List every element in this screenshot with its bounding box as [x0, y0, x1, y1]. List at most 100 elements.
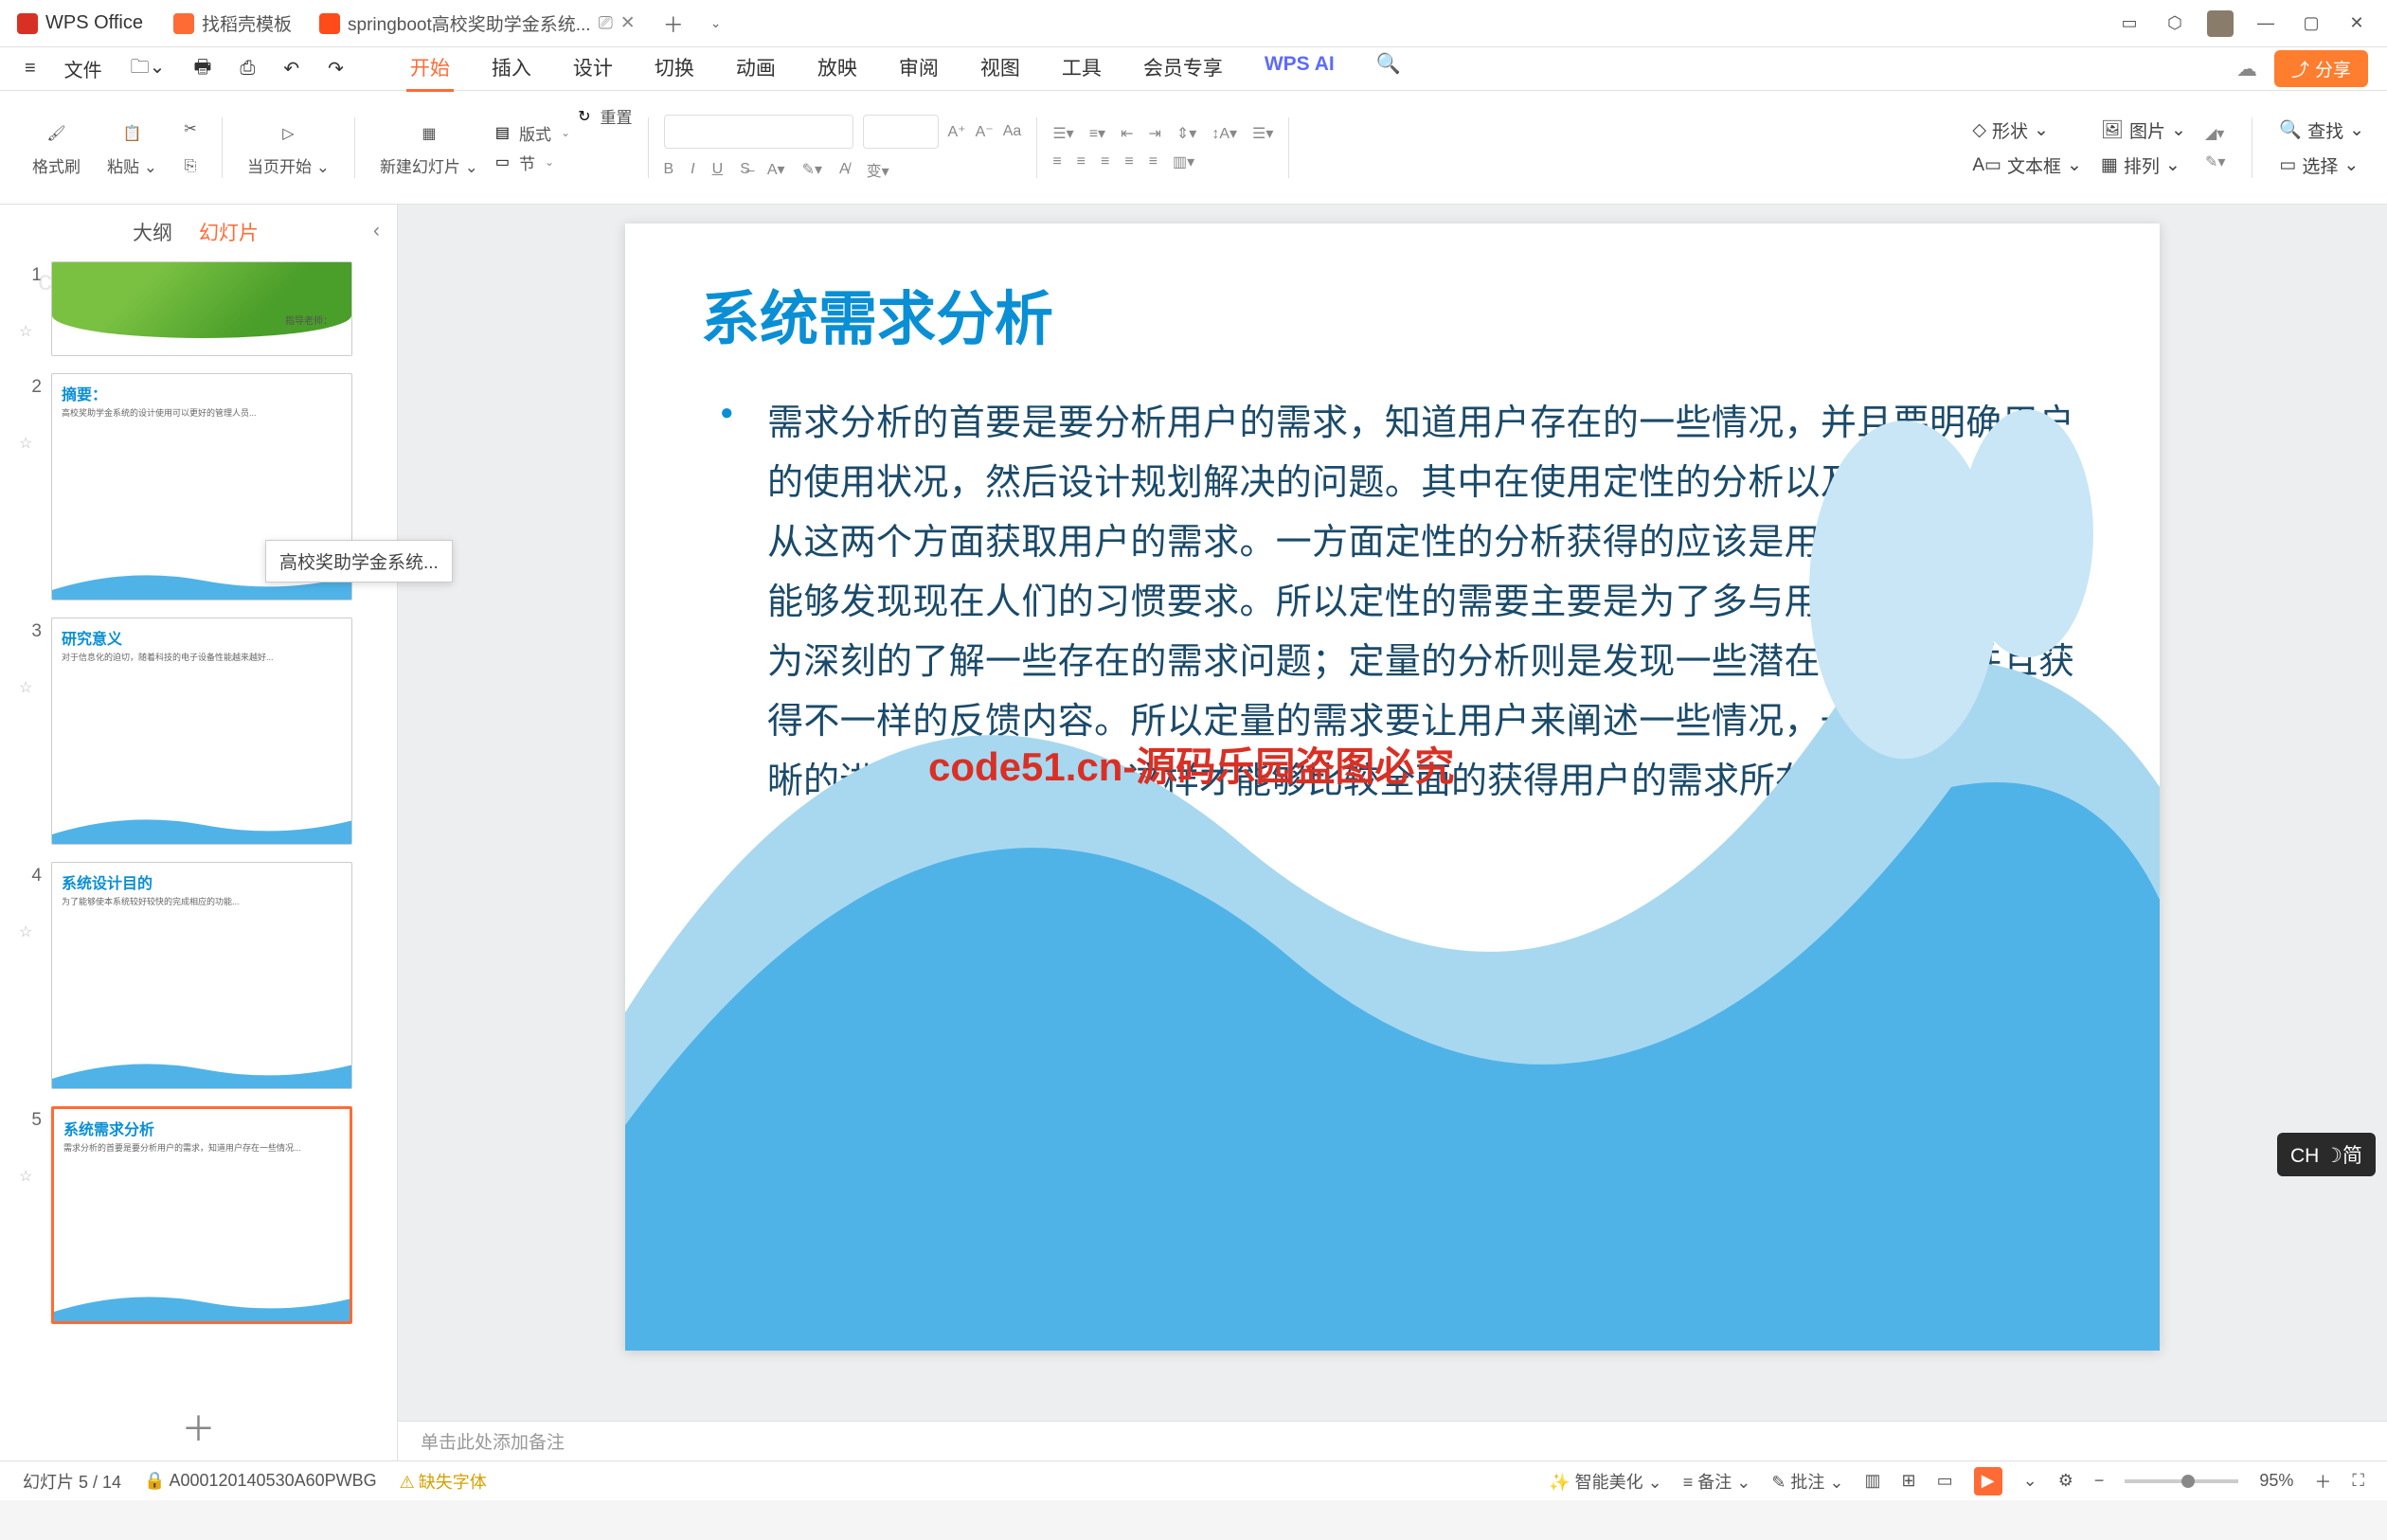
star-icon[interactable]: ☆	[19, 405, 42, 453]
ime-indicator[interactable]: CH ☽简	[2277, 1133, 2376, 1176]
bullets-icon[interactable]: ☰▾	[1052, 124, 1073, 143]
font-color-icon[interactable]: A▾	[767, 160, 785, 179]
cube-icon[interactable]: ⬡	[2162, 10, 2188, 37]
tab-slides[interactable]: 幻灯片	[199, 218, 259, 246]
tab-close-icon[interactable]: ✕	[620, 12, 636, 34]
thumb-row-1[interactable]: 1☆ 指导老师：	[19, 261, 378, 356]
highlight-icon[interactable]: ✎▾	[802, 160, 822, 179]
bold-icon[interactable]: B	[664, 161, 674, 178]
star-icon[interactable]: ☆	[19, 1138, 42, 1186]
font-size-select[interactable]	[863, 115, 939, 149]
undo-icon[interactable]: ↶	[278, 53, 305, 84]
group-start-show[interactable]: ▷ 当页开始 ⌄	[238, 117, 339, 177]
smart-beauty-button[interactable]: ✨ 智能美化 ⌄	[1549, 1469, 1662, 1494]
open-icon[interactable]: 🗀⌄	[125, 49, 171, 89]
collapse-icon[interactable]: ‹	[373, 220, 380, 242]
minimize-button[interactable]: —	[2252, 10, 2279, 37]
italic-icon[interactable]: I	[691, 161, 694, 178]
cloud-icon[interactable]: ☁	[2236, 57, 2257, 81]
thumbnail[interactable]: 研究意义 对于信息化的迫切，随着科技的电子设备性能越来越好...	[51, 618, 352, 845]
zoom-out-button[interactable]: −	[2094, 1471, 2105, 1491]
group-format-brush[interactable]: 🖌 格式刷	[23, 117, 90, 177]
view-sorter-icon[interactable]: ⊞	[1902, 1471, 1916, 1491]
align-left-icon[interactable]: ≡	[1052, 153, 1061, 170]
align-right-icon[interactable]: ≡	[1101, 153, 1109, 170]
thumbnail[interactable]: 指导老师：	[51, 261, 352, 356]
thumbnail[interactable]: 系统设计目的 为了能够使本系统较好较快的完成相应的功能...	[51, 862, 352, 1089]
file-menu[interactable]: 文件	[59, 51, 108, 86]
fit-button[interactable]: ⛶	[2352, 1471, 2364, 1491]
thumb-row-5[interactable]: 5☆ 系统需求分析 需求分析的首要是要分析用户的需求，知道用户存在一些情况...	[19, 1106, 378, 1324]
search-icon[interactable]: 🔍	[1373, 45, 1405, 92]
indent-inc-icon[interactable]: ⇥	[1148, 124, 1160, 143]
copy-icon[interactable]: ⎘	[174, 151, 206, 183]
star-icon[interactable]: ☆	[19, 294, 42, 341]
outline-icon[interactable]: ✎▾	[2205, 152, 2225, 171]
change-case-icon[interactable]: Aa	[1003, 123, 1022, 140]
tab-templates[interactable]: 找稻壳模板	[160, 0, 306, 46]
section-button[interactable]: ▭ 节⌄	[495, 151, 570, 174]
tab-review[interactable]: 审阅	[895, 45, 942, 92]
thumb-row-4[interactable]: 4☆ 系统设计目的 为了能够使本系统较好较快的完成相应的功能...	[19, 862, 378, 1089]
numbering-icon[interactable]: ≡▾	[1089, 124, 1105, 143]
save-icon[interactable]: 🖶	[188, 49, 217, 89]
tab-animation[interactable]: 动画	[732, 45, 780, 92]
print-icon[interactable]: ⎙	[234, 54, 260, 83]
view-reading-icon[interactable]: ▭	[1937, 1471, 1953, 1491]
zoom-slider[interactable]	[2125, 1479, 2238, 1483]
layout-button[interactable]: ▤ 版式⌄	[495, 121, 570, 145]
tools-icon[interactable]: ⚙	[2058, 1471, 2073, 1491]
reset-button[interactable]: ↻ 重置	[578, 104, 632, 128]
tab-tools[interactable]: 工具	[1058, 45, 1105, 92]
share-button[interactable]: ⤴ 分享	[2274, 50, 2368, 87]
font-name-select[interactable]	[664, 115, 853, 149]
close-button[interactable]: ✕	[2343, 10, 2370, 37]
notes-toggle[interactable]: ≡ 备注 ⌄	[1683, 1469, 1751, 1494]
shape-button[interactable]: ◇形状 ⌄	[1972, 117, 2082, 143]
view-normal-icon[interactable]: ▥	[1864, 1471, 1880, 1491]
redo-icon[interactable]: ↷	[322, 53, 350, 84]
tab-view[interactable]: 视图	[977, 45, 1024, 92]
add-slide-button[interactable]: ＋	[0, 1392, 397, 1460]
picture-button[interactable]: 🖼图片 ⌄	[2101, 117, 2186, 143]
align-center-icon[interactable]: ≡	[1077, 153, 1086, 170]
strike-icon[interactable]: S̶	[740, 161, 750, 178]
slideshow-button[interactable]: ▶	[1974, 1467, 2002, 1495]
tab-current-file[interactable]: springboot高校奖助学金系统... ⎚ ✕	[306, 0, 650, 46]
textbox-button[interactable]: A▭文本框 ⌄	[1972, 152, 2082, 178]
phonetic-icon[interactable]: 变▾	[867, 158, 889, 181]
star-icon[interactable]: ☆	[19, 894, 42, 941]
increase-font-icon[interactable]: A⁺	[948, 122, 966, 141]
notes-area[interactable]: 单击此处添加备注	[398, 1421, 2387, 1460]
tab-design[interactable]: 设计	[569, 45, 617, 92]
tab-add-button[interactable]: ＋	[650, 9, 697, 39]
find-button[interactable]: 🔍查找 ⌄	[2279, 117, 2364, 143]
arrange-button[interactable]: ▦排列 ⌄	[2101, 152, 2186, 178]
align-justify-icon[interactable]: ≡	[1124, 153, 1133, 170]
thumb-row-3[interactable]: 3☆ 研究意义 对于信息化的迫切，随着科技的电子设备性能越来越好...	[19, 618, 378, 845]
tab-slideshow[interactable]: 放映	[814, 45, 861, 92]
app-tab-wps[interactable]: WPS Office	[0, 0, 160, 46]
slide[interactable]: 系统需求分析 需求分析的首要是要分析用户的需求，知道用户存在的一些情况，并且要明…	[625, 224, 2160, 1351]
review-toggle[interactable]: ✎ 批注 ⌄	[1771, 1469, 1843, 1494]
indent-dec-icon[interactable]: ⇤	[1121, 124, 1133, 143]
missing-font-warning[interactable]: ⚠缺失字体	[400, 1469, 487, 1494]
tab-outline[interactable]: 大纲	[133, 218, 172, 246]
tab-start[interactable]: 开始	[406, 45, 454, 92]
slideshow-dropdown[interactable]: ⌄	[2023, 1471, 2037, 1491]
cut-icon[interactable]: ✂	[174, 113, 206, 145]
text-dir-icon[interactable]: ↕A▾	[1211, 124, 1237, 143]
columns-icon[interactable]: ▥▾	[1173, 152, 1194, 171]
clear-format-icon[interactable]: A̸	[839, 161, 850, 178]
tab-dropdown[interactable]: ⌄	[697, 15, 735, 31]
zoom-in-button[interactable]: ＋	[2314, 1469, 2331, 1494]
underline-icon[interactable]: U	[712, 161, 724, 178]
thumbnail-list[interactable]: 1☆ 指导老师： 2☆ 摘要： 高校奖助学金系统的设计使用可以更好的管理人员..…	[0, 256, 397, 1392]
tab-transition[interactable]: 切换	[651, 45, 698, 92]
zoom-level[interactable]: 95%	[2259, 1471, 2293, 1491]
star-icon[interactable]: ☆	[19, 650, 42, 697]
align-text-icon[interactable]: ☰▾	[1252, 124, 1273, 143]
avatar-icon[interactable]	[2207, 10, 2234, 37]
distribute-icon[interactable]: ≡	[1149, 153, 1158, 170]
fill-icon[interactable]: ◢▾	[2205, 124, 2225, 143]
